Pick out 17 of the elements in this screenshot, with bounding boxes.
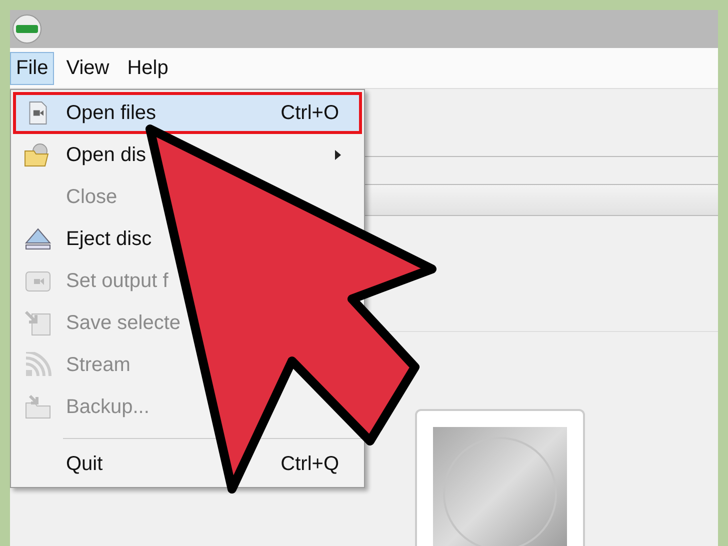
menu-item-label[interactable]: Open dis bbox=[66, 144, 146, 166]
app-logo-icon bbox=[12, 14, 42, 44]
menu-item-highlight[interactable]: Open files Ctrl+O bbox=[13, 92, 362, 134]
video-file-icon bbox=[27, 101, 49, 125]
menu-item-label[interactable]: Eject disc bbox=[66, 228, 152, 250]
stream-signal-icon bbox=[24, 352, 52, 378]
menu-item-label[interactable]: Quit bbox=[66, 452, 103, 474]
menu-bar-item[interactable]: View bbox=[60, 52, 116, 84]
menu-bar-item[interactable]: File bbox=[10, 52, 54, 84]
folder-arrow-icon bbox=[24, 394, 52, 420]
eject-icon bbox=[24, 227, 52, 251]
menu-item-label[interactable]: Open files bbox=[66, 102, 156, 124]
shortcut-label: Ctrl+Q bbox=[280, 452, 339, 476]
shortcut-label: Ctrl+O bbox=[280, 102, 339, 124]
save-document-icon bbox=[24, 310, 52, 336]
video-folder-icon bbox=[24, 269, 52, 293]
menu-bar-item[interactable]: Help bbox=[121, 52, 174, 84]
